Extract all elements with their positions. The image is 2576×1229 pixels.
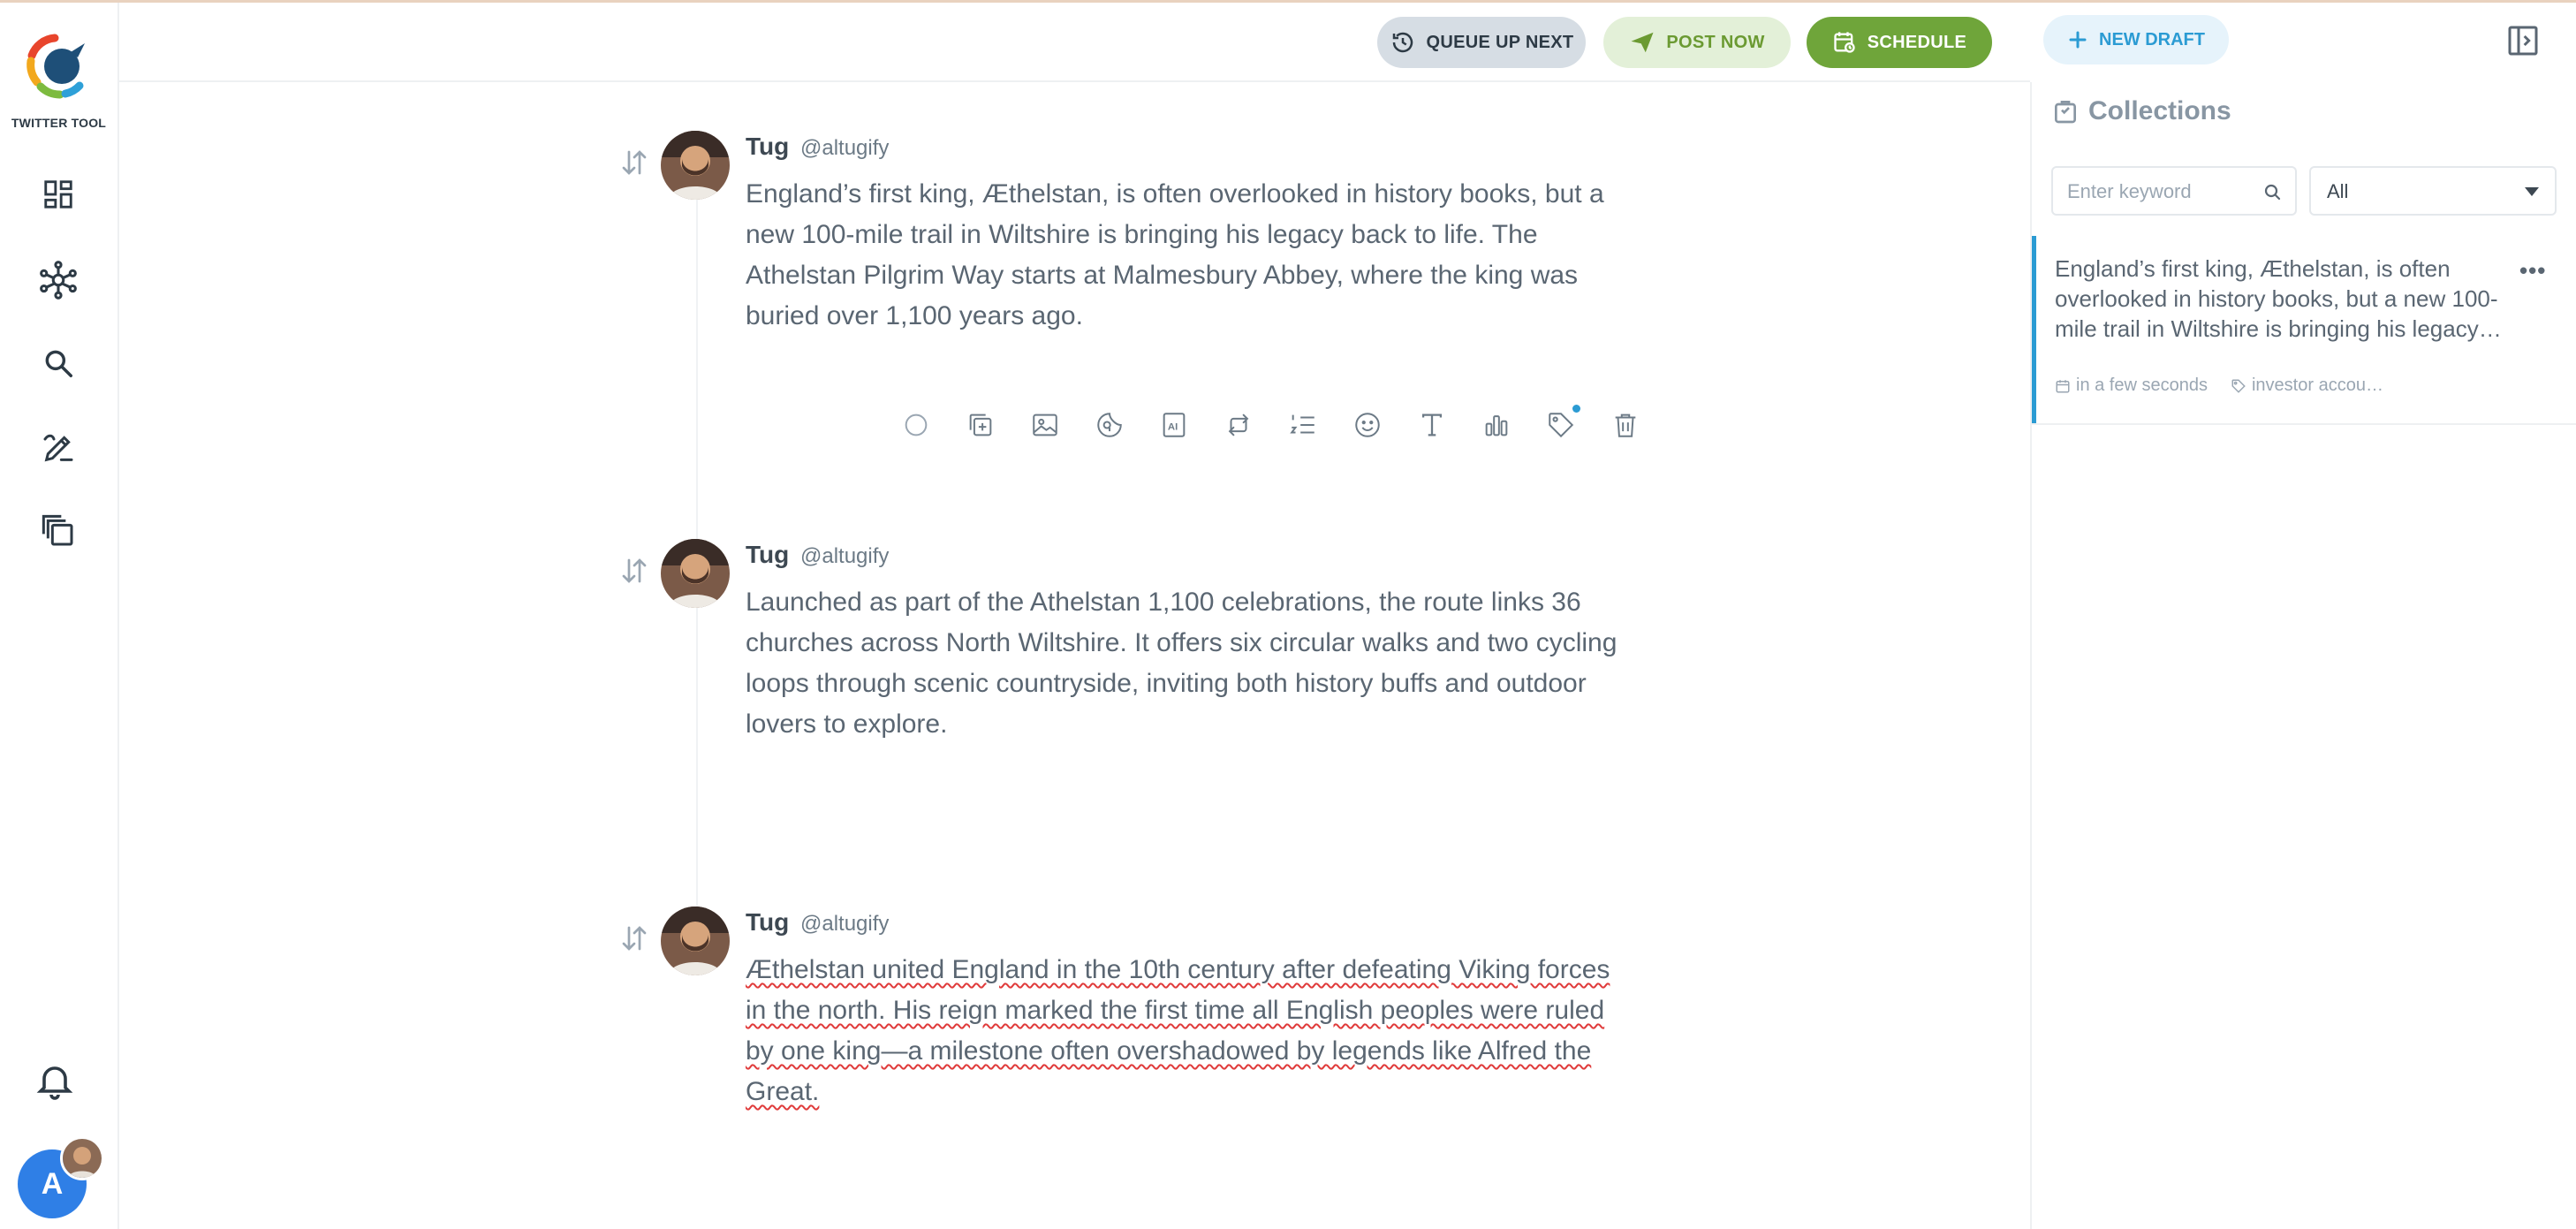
top-bar: QUEUE UP NEXT POST NOW SCHEDULE (119, 3, 2030, 82)
search-icon (45, 350, 72, 377)
numbered-list-button[interactable] (1270, 403, 1335, 447)
clock-icon (1392, 32, 1413, 53)
tweet-text[interactable]: Æthelstan united England in the 10th cen… (746, 950, 1629, 1112)
tweet-handle: @altugify (800, 912, 890, 936)
add-tweet-button[interactable] (948, 403, 1012, 447)
schedule-button[interactable]: SCHEDULE (1807, 17, 1992, 68)
progress-ring-icon (905, 413, 927, 436)
collection-item-text: England’s first king, Æthelstan, is ofte… (2055, 255, 2502, 342)
plus-icon (2069, 31, 2087, 49)
retweet-icon (1228, 413, 1248, 436)
ai-icon: AI (1163, 413, 1185, 437)
delete-button[interactable] (1593, 403, 1657, 447)
poll-button[interactable] (1464, 403, 1528, 447)
tweet-author-name: Tug (746, 541, 790, 568)
tag-icon (2231, 379, 2246, 393)
tweet-avatar (661, 539, 730, 608)
network-icon (40, 261, 77, 300)
filter-selected-value: All (2327, 180, 2349, 202)
tweet-author-name: Tug (746, 908, 790, 936)
profile-photo (661, 539, 730, 608)
active-indicator (2032, 236, 2036, 423)
emoji-icon (1354, 413, 1380, 437)
tag-icon (1548, 413, 1573, 438)
add-gif-button[interactable] (1077, 403, 1141, 447)
schedule-text: in a few seconds (2076, 376, 2208, 395)
numbered-list-icon (1289, 414, 1315, 434)
left-sidebar: TWITTER TOOL A (0, 3, 119, 1229)
queue-up-next-button[interactable]: QUEUE UP NEXT (1377, 17, 1586, 68)
profile-photo (661, 131, 730, 200)
schedule-label: SCHEDULE (1867, 32, 1967, 52)
sidebar-item-collections[interactable] (37, 510, 80, 552)
new-draft-button[interactable]: NEW DRAFT (2043, 15, 2229, 64)
collection-filter-select[interactable]: All (2309, 166, 2557, 216)
calendar-icon (2056, 379, 2070, 392)
account-avatar[interactable] (60, 1136, 104, 1180)
sidebar-item-network[interactable] (37, 259, 80, 301)
reorder-icon[interactable] (618, 555, 650, 587)
collections-icon (42, 514, 73, 546)
keyword-search-input[interactable] (2065, 168, 2254, 216)
dashboard-icon (44, 180, 72, 209)
emoji-button[interactable] (1335, 403, 1399, 447)
notification-bell-icon[interactable] (34, 1058, 76, 1103)
new-draft-label: NEW DRAFT (2099, 29, 2205, 49)
tweet-handle: @altugify (800, 544, 890, 568)
more-options-icon[interactable]: ••• (2519, 257, 2546, 284)
compose-icon (43, 434, 73, 462)
sticker-icon (1096, 413, 1122, 437)
collections-header: Collections (2051, 96, 2231, 126)
sidebar-item-compose[interactable] (37, 427, 80, 469)
tag-meta: investor accou… (2231, 376, 2383, 396)
tweet-text[interactable]: Launched as part of the Athelstan 1,100 … (746, 582, 1629, 745)
add-image-button[interactable] (1012, 403, 1077, 447)
chevron-down-icon (2525, 187, 2539, 196)
svg-text:AI: AI (1167, 422, 1177, 433)
reorder-icon[interactable] (618, 147, 650, 178)
collections-title: Collections (2088, 96, 2231, 125)
collections-panel: Collections All England’s first king, Æt… (2030, 82, 2576, 1229)
tweet-avatar (661, 131, 730, 200)
tag-text: investor accou… (2251, 376, 2383, 395)
profile-photo (63, 1139, 102, 1178)
tag-indicator-dot (1572, 405, 1580, 413)
sidebar-item-search[interactable] (37, 342, 80, 384)
add-copy-icon (969, 413, 991, 436)
panel-toggle-icon[interactable] (2505, 23, 2541, 58)
tag-button[interactable] (1528, 403, 1593, 447)
tweet-handle: @altugify (800, 136, 890, 160)
post-now-label: POST NOW (1666, 32, 1765, 52)
tweet-toolbar: AI (883, 403, 1657, 447)
logo-text: TWITTER TOOL (11, 116, 107, 130)
tweet-author-name: Tug (746, 133, 790, 160)
keyword-search (2051, 166, 2297, 216)
send-icon (1631, 32, 1654, 53)
profile-photo (661, 907, 730, 975)
poll-icon (1485, 415, 1507, 436)
collection-item[interactable]: England’s first king, Æthelstan, is ofte… (2032, 236, 2576, 425)
char-progress-button[interactable] (883, 403, 948, 447)
text-icon (1421, 413, 1442, 436)
logo-icon[interactable] (25, 33, 92, 100)
text-format-button[interactable] (1399, 403, 1464, 447)
search-icon[interactable] (2262, 181, 2283, 202)
ai-assist-button[interactable]: AI (1141, 403, 1206, 447)
calendar-clock-icon (1834, 32, 1855, 53)
retweet-button[interactable] (1206, 403, 1270, 447)
tweet-text[interactable]: England’s first king, Æthelstan, is ofte… (746, 174, 1629, 337)
reorder-icon[interactable] (618, 922, 650, 954)
collection-bag-icon (2055, 101, 2076, 124)
post-now-button[interactable]: POST NOW (1603, 17, 1791, 68)
sidebar-item-dashboard[interactable] (37, 173, 80, 216)
tweet-avatar (661, 907, 730, 975)
collection-item-meta: in a few seconds investor accou… (2055, 376, 2383, 396)
trash-icon (1615, 413, 1635, 437)
schedule-meta: in a few seconds (2055, 376, 2208, 396)
image-icon (1032, 413, 1057, 436)
queue-up-next-label: QUEUE UP NEXT (1426, 32, 1574, 52)
